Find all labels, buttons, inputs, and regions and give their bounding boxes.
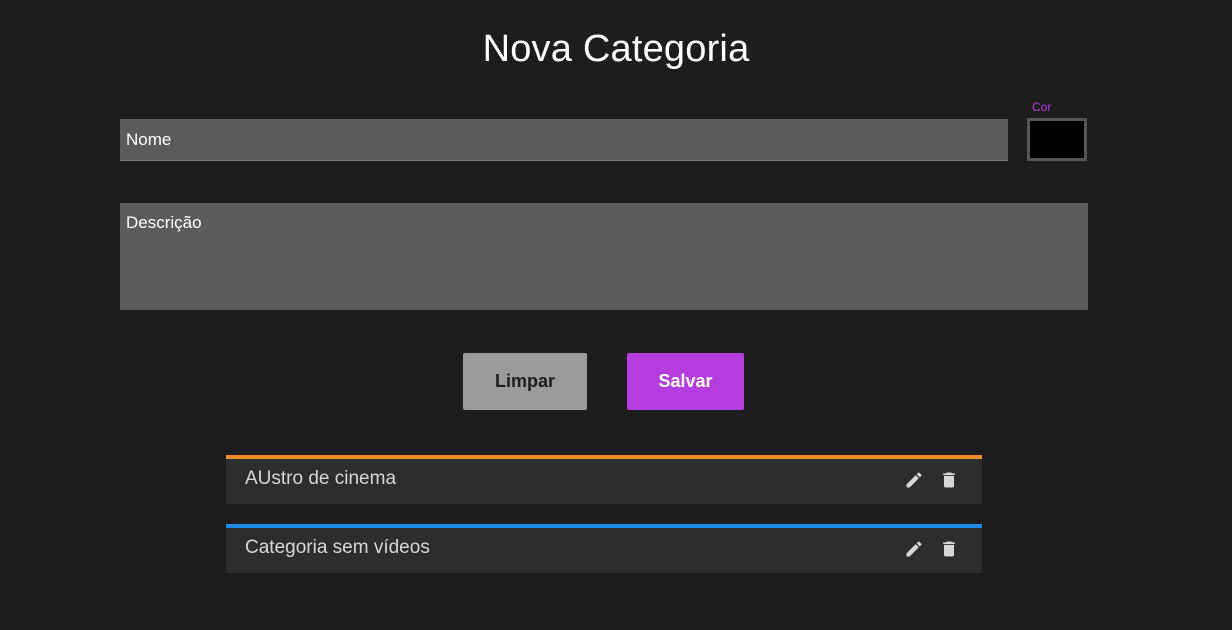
cor-label: Cor xyxy=(1032,100,1052,114)
nome-placeholder: Nome xyxy=(126,129,172,149)
limpar-button[interactable]: Limpar xyxy=(463,353,587,410)
category-name: AUstro de cinema xyxy=(245,468,397,489)
category-color-bar xyxy=(226,524,982,528)
descricao-textarea[interactable]: Descrição xyxy=(120,203,1088,310)
list-item: Categoria sem vídeos xyxy=(226,524,982,573)
page-title: Nova Categoria xyxy=(482,28,750,70)
category-name: Categoria sem vídeos xyxy=(245,537,430,558)
color-picker[interactable] xyxy=(1027,118,1087,161)
list-item: AUstro de cinema xyxy=(226,455,982,504)
pencil-icon[interactable] xyxy=(904,470,924,490)
salvar-button[interactable]: Salvar xyxy=(627,353,744,410)
trash-icon[interactable] xyxy=(939,470,959,490)
category-color-bar xyxy=(226,455,982,459)
nome-input[interactable]: Nome xyxy=(120,119,1008,161)
page: Nova Categoria Nome Cor Descrição Limpar… xyxy=(0,0,1232,630)
descricao-placeholder: Descrição xyxy=(126,213,202,232)
trash-icon[interactable] xyxy=(939,539,959,559)
color-swatch xyxy=(1032,123,1082,156)
pencil-icon[interactable] xyxy=(904,539,924,559)
